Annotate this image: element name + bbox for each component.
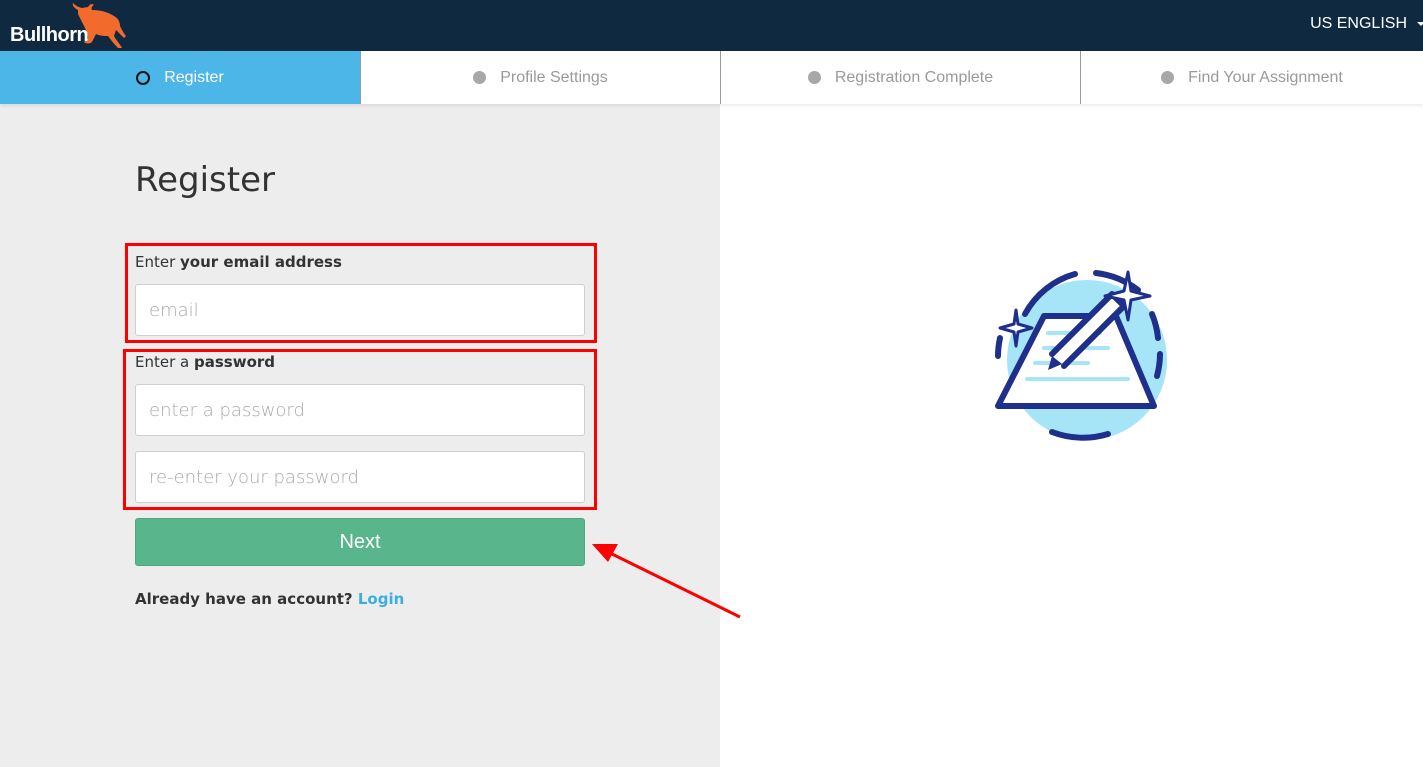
language-selector[interactable]: US ENGLISH [1310,15,1423,33]
password-input[interactable] [135,384,585,436]
top-bar: Bullhorn US ENGLISH [0,0,1423,51]
step-indicator-icon [1161,71,1175,84]
login-prompt: Already have an account? Login [135,590,404,608]
confirm-password-input[interactable] [135,451,585,503]
step-label: Registration Complete [834,68,994,86]
brand-name: Bullhorn [10,24,89,46]
login-link[interactable]: Login [358,590,404,608]
password-label-bold: password [194,353,276,371]
step-indicator-icon [807,71,821,84]
bullhorn-logo[interactable]: Bullhorn [8,2,133,50]
step-active-indicator-icon [136,70,151,85]
step-label: Register [164,68,224,86]
step-indicator-icon [473,71,487,84]
page-title: Register [135,160,275,200]
step-register[interactable]: Register [0,51,360,104]
step-find-your-assignment[interactable]: Find Your Assignment [1080,51,1423,104]
password-label: Enter a password [135,353,275,371]
password-label-prefix: Enter a [135,353,194,371]
email-label: Enter your email address [135,253,342,271]
step-profile-settings[interactable]: Profile Settings [360,51,720,104]
language-label: US ENGLISH [1310,15,1407,32]
caret-down-icon [1417,22,1423,26]
next-button[interactable]: Next [135,518,585,566]
step-registration-complete[interactable]: Registration Complete [720,51,1080,104]
email-label-prefix: Enter [135,253,181,271]
account-prompt-text: Already have an account? [135,590,353,608]
step-label: Profile Settings [500,68,608,86]
email-label-bold: your email address [180,253,342,271]
email-input[interactable] [135,284,585,336]
step-label: Find Your Assignment [1188,68,1343,86]
registration-steps: Register Profile Settings Registration C… [0,51,1423,104]
annotation-arrow-icon [592,544,741,619]
edit-document-icon [995,270,1167,441]
